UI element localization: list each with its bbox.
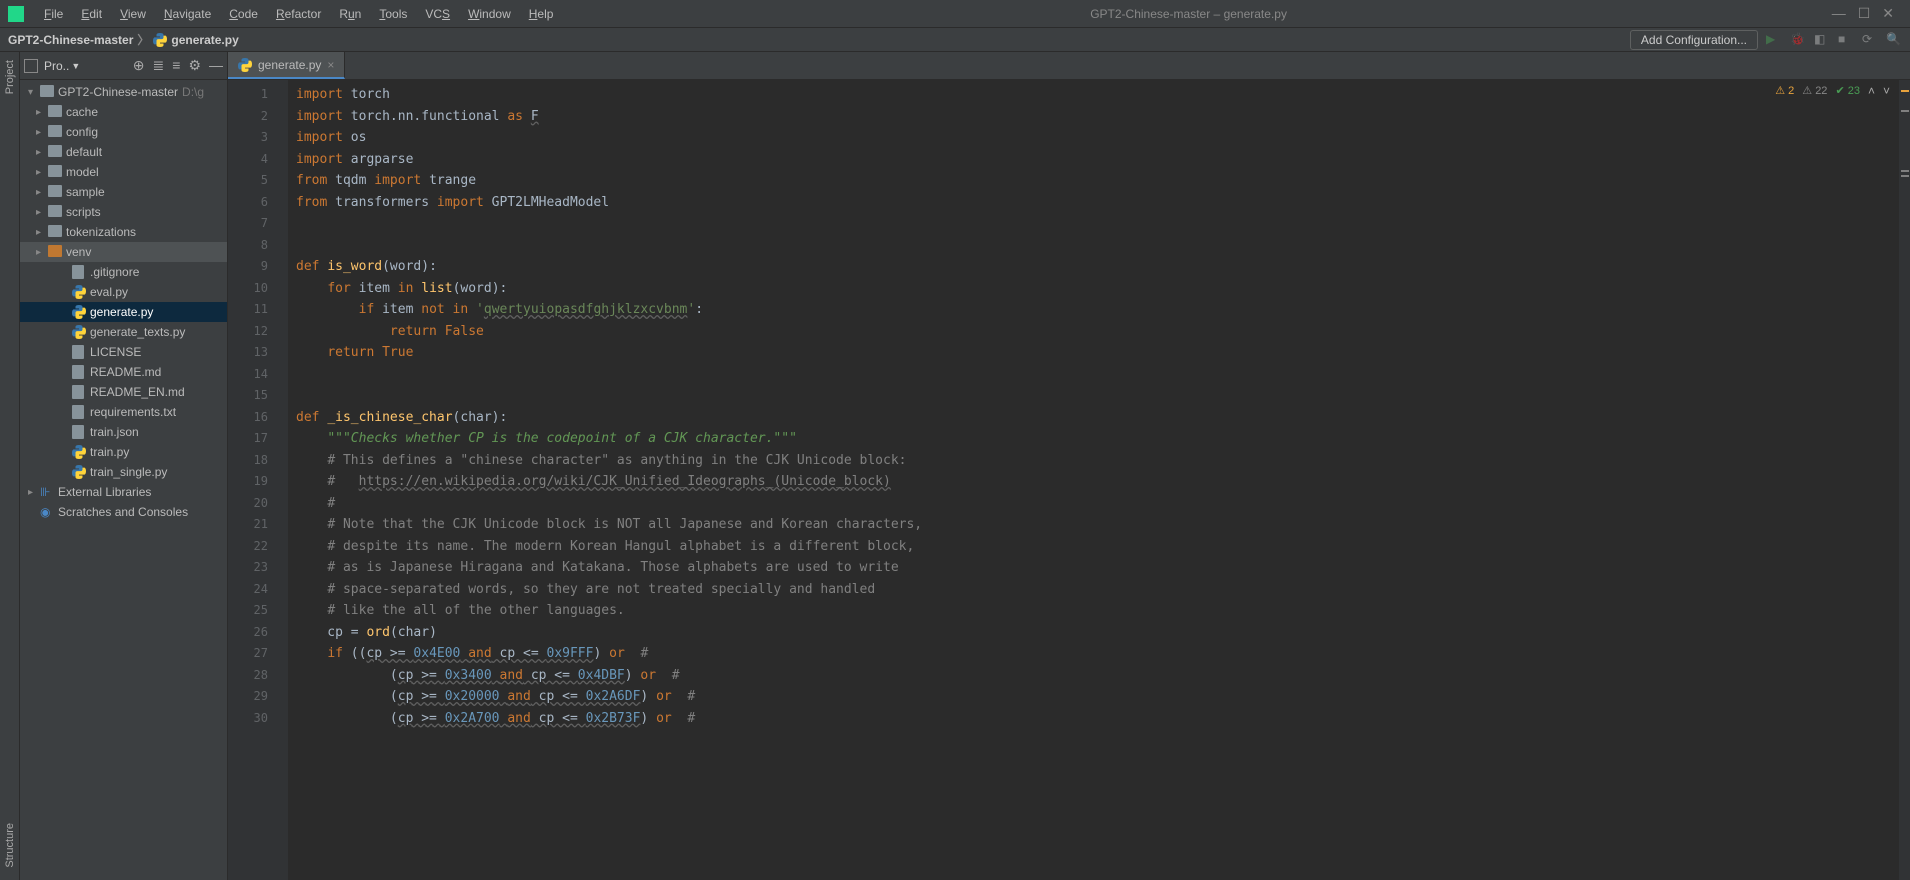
navbar: GPT2-Chinese-master 〉 generate.py Add Co… bbox=[0, 28, 1910, 52]
maximize-icon[interactable]: ☐ bbox=[1858, 5, 1871, 22]
stop-icon[interactable]: ■ bbox=[1838, 32, 1854, 48]
minimize-icon[interactable]: — bbox=[1832, 5, 1846, 22]
code-area[interactable]: import torch import torch.nn.functional … bbox=[288, 80, 1898, 880]
panel-title[interactable]: Pro..▼ bbox=[44, 59, 80, 73]
tree-item[interactable]: eval.py bbox=[20, 282, 227, 302]
tree-item[interactable]: ▾GPT2-Chinese-masterD:\g bbox=[20, 82, 227, 102]
tree-item[interactable]: generate_texts.py bbox=[20, 322, 227, 342]
python-file-icon bbox=[238, 58, 252, 72]
window-title: GPT2-Chinese-master – generate.py bbox=[561, 7, 1815, 21]
tab-label: generate.py bbox=[258, 58, 321, 72]
collapse-all-icon[interactable]: ≡ bbox=[172, 57, 180, 74]
project-panel: Pro..▼ ⊕ ≣ ≡ ⚙ — ▾GPT2-Chinese-masterD:\… bbox=[20, 52, 228, 880]
breadcrumb: GPT2-Chinese-master 〉 generate.py bbox=[8, 31, 239, 48]
app-icon bbox=[8, 6, 24, 22]
titlebar: File Edit View Navigate Code Refactor Ru… bbox=[0, 0, 1910, 28]
tree-item[interactable]: train.py bbox=[20, 442, 227, 462]
scrollbar[interactable] bbox=[1898, 80, 1910, 880]
tree-item[interactable]: ▸config bbox=[20, 122, 227, 142]
project-view-icon bbox=[24, 59, 38, 73]
select-opened-file-icon[interactable]: ⊕ bbox=[133, 57, 145, 74]
menu-view[interactable]: View bbox=[112, 3, 154, 25]
debug-icon[interactable]: 🐞 bbox=[1790, 32, 1806, 48]
tree-item[interactable]: ▸default bbox=[20, 142, 227, 162]
structure-tool-button[interactable]: Structure bbox=[4, 823, 16, 868]
expand-all-icon[interactable]: ≣ bbox=[153, 57, 165, 74]
hide-icon[interactable]: — bbox=[209, 57, 223, 74]
menu-code[interactable]: Code bbox=[221, 3, 266, 25]
tab-generate-py[interactable]: generate.py × bbox=[228, 52, 345, 79]
menu-vcs[interactable]: VCS bbox=[417, 3, 458, 25]
breadcrumb-root[interactable]: GPT2-Chinese-master bbox=[8, 33, 133, 47]
python-file-icon bbox=[153, 33, 167, 47]
chevron-right-icon: 〉 bbox=[137, 31, 149, 48]
close-icon[interactable]: ✕ bbox=[1882, 5, 1894, 22]
menu-tools[interactable]: Tools bbox=[371, 3, 415, 25]
menu-navigate[interactable]: Navigate bbox=[156, 3, 219, 25]
warning-indicator[interactable]: ⚠ 2 bbox=[1775, 84, 1794, 98]
menu-window[interactable]: Window bbox=[460, 3, 519, 25]
tree-item[interactable]: ◉Scratches and Consoles bbox=[20, 502, 227, 522]
left-tool-gutter: Project Structure bbox=[0, 52, 20, 880]
close-tab-icon[interactable]: × bbox=[327, 58, 334, 72]
tree-item[interactable]: ▸tokenizations bbox=[20, 222, 227, 242]
panel-header: Pro..▼ ⊕ ≣ ≡ ⚙ — bbox=[20, 52, 227, 80]
menu-edit[interactable]: Edit bbox=[73, 3, 110, 25]
tree-item[interactable]: generate.py bbox=[20, 302, 227, 322]
tree-item[interactable]: README_EN.md bbox=[20, 382, 227, 402]
tree-item[interactable]: ▸venv bbox=[20, 242, 227, 262]
tree-item[interactable]: ▸scripts bbox=[20, 202, 227, 222]
editor[interactable]: ⚠ 2 ⚠ 22 ✔ 23 ˄ ˅ 1234567891011121314151… bbox=[228, 80, 1910, 880]
update-icon[interactable]: ⟳ bbox=[1862, 32, 1878, 48]
menu-run[interactable]: Run bbox=[331, 3, 369, 25]
ok-indicator[interactable]: ✔ 23 bbox=[1835, 84, 1860, 98]
project-tree[interactable]: ▾GPT2-Chinese-masterD:\g▸cache▸config▸de… bbox=[20, 80, 227, 880]
tree-item[interactable]: README.md bbox=[20, 362, 227, 382]
breadcrumb-file[interactable]: generate.py bbox=[153, 33, 238, 47]
menu-file[interactable]: File bbox=[36, 3, 71, 25]
add-configuration-button[interactable]: Add Configuration... bbox=[1630, 30, 1758, 50]
coverage-icon[interactable]: ◧ bbox=[1814, 32, 1830, 48]
tree-item[interactable]: train_single.py bbox=[20, 462, 227, 482]
tree-item[interactable]: ▸⊪External Libraries bbox=[20, 482, 227, 502]
menubar: File Edit View Navigate Code Refactor Ru… bbox=[32, 3, 561, 25]
menu-help[interactable]: Help bbox=[521, 3, 562, 25]
menu-refactor[interactable]: Refactor bbox=[268, 3, 329, 25]
tree-item[interactable]: requirements.txt bbox=[20, 402, 227, 422]
tree-item[interactable]: ▸model bbox=[20, 162, 227, 182]
tree-item[interactable]: .gitignore bbox=[20, 262, 227, 282]
project-tool-button[interactable]: Project bbox=[4, 60, 16, 94]
chevron-down-icon[interactable]: ˅ bbox=[1883, 84, 1890, 98]
tree-item[interactable]: ▸cache bbox=[20, 102, 227, 122]
tree-item[interactable]: LICENSE bbox=[20, 342, 227, 362]
run-icon[interactable]: ▶ bbox=[1766, 32, 1782, 48]
search-icon[interactable]: 🔍 bbox=[1886, 32, 1902, 48]
line-gutter[interactable]: 1234567891011121314151617181920212223242… bbox=[228, 80, 288, 880]
settings-icon[interactable]: ⚙ bbox=[188, 57, 201, 74]
weak-warning-indicator[interactable]: ⚠ 22 bbox=[1802, 84, 1827, 98]
inspection-indicators[interactable]: ⚠ 2 ⚠ 22 ✔ 23 ˄ ˅ bbox=[1775, 84, 1890, 98]
editor-tabs: generate.py × bbox=[228, 52, 1910, 80]
tree-item[interactable]: ▸sample bbox=[20, 182, 227, 202]
tree-item[interactable]: train.json bbox=[20, 422, 227, 442]
chevron-up-icon[interactable]: ˄ bbox=[1868, 84, 1875, 98]
